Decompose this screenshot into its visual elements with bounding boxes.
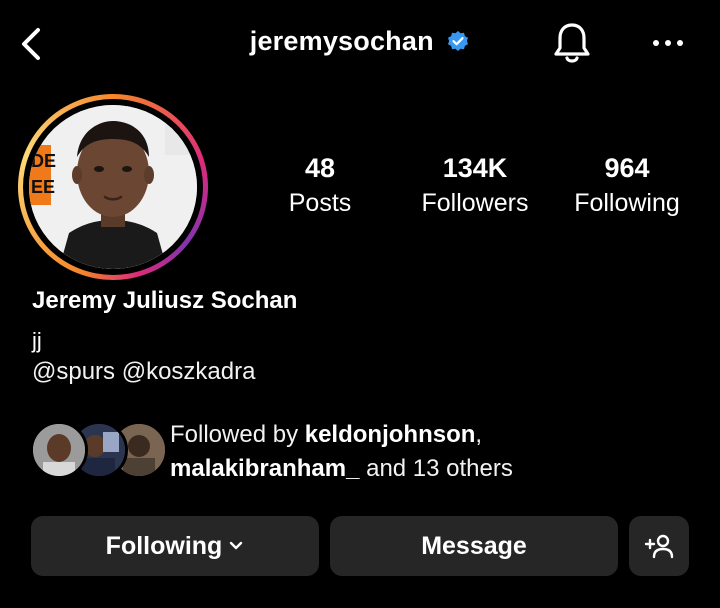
message-button-label: Message [421, 531, 527, 560]
bell-icon[interactable] [550, 20, 594, 66]
avatar-illustration: DE EE [29, 105, 197, 269]
following-count: 964 [604, 153, 650, 183]
profile-avatar[interactable]: DE EE [18, 94, 208, 280]
following-label: Following [574, 189, 680, 217]
chevron-down-icon [230, 541, 243, 550]
profile-header: jeremysochan [0, 0, 720, 90]
profile-full-name: Jeremy Juliusz Sochan [32, 287, 298, 314]
followed-by-comma: , [475, 421, 483, 448]
posts-count: 48 [304, 153, 336, 183]
following-stat[interactable]: 964 Following [562, 152, 692, 220]
followers-label: Followers [421, 189, 529, 217]
posts-label: Posts [288, 189, 352, 217]
mutual-avatar-1 [30, 421, 88, 479]
followed-by-prefix: Followed by [170, 421, 305, 448]
add-person-icon [644, 534, 674, 559]
svg-text:EE: EE [31, 177, 55, 197]
more-horizontal-icon[interactable] [648, 28, 688, 58]
profile-bio: jj [32, 328, 42, 353]
followed-by-suffix: and 13 others [359, 455, 513, 482]
posts-stat[interactable]: 48 Posts [270, 152, 370, 220]
avatar-photo: DE EE [29, 105, 197, 269]
username-title: jeremysochan [249, 26, 434, 56]
message-button[interactable]: Message [330, 516, 618, 576]
followed-by-user-2[interactable]: malakibranham_ [170, 455, 359, 482]
svg-text:DE: DE [31, 151, 56, 171]
mutual-followers-avatars[interactable] [30, 421, 168, 481]
add-person-button[interactable] [629, 516, 689, 576]
followers-count: 134K [442, 153, 508, 183]
profile-mentions[interactable]: @spurs @koszkadra [32, 358, 255, 386]
followed-by-text[interactable]: Followed by keldonjohnson, malakibranham… [170, 418, 513, 486]
followers-stat[interactable]: 134K Followers [410, 152, 540, 220]
following-button[interactable]: Following [31, 516, 319, 576]
verified-badge-icon [448, 30, 469, 51]
following-button-label: Following [105, 531, 223, 560]
username-title-wrap: jeremysochan [0, 26, 720, 57]
followed-by-user-1[interactable]: keldonjohnson [305, 421, 476, 448]
